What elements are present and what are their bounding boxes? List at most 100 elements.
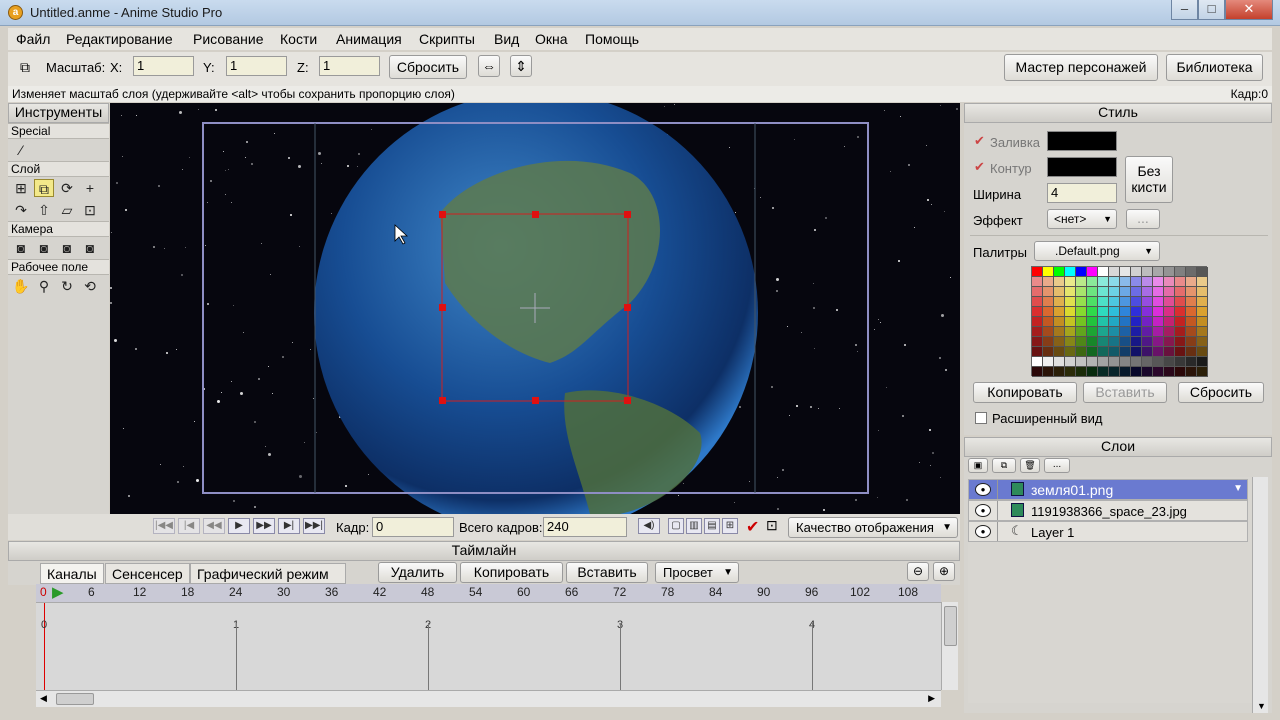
palette-swatch[interactable] xyxy=(1109,357,1120,367)
menu-view[interactable]: Вид xyxy=(494,31,519,47)
palette-swatch[interactable] xyxy=(1043,297,1054,307)
palette-swatch[interactable] xyxy=(1197,297,1208,307)
menu-windows[interactable]: Окна xyxy=(535,31,568,47)
palette-swatch[interactable] xyxy=(1175,337,1186,347)
character-wizard-button[interactable]: Мастер персонажей xyxy=(1004,54,1158,81)
chevron-down-icon[interactable]: ▼ xyxy=(1233,483,1243,494)
palette-swatch[interactable] xyxy=(1120,357,1131,367)
palette-swatch[interactable] xyxy=(1197,277,1208,287)
quad-view-icon[interactable]: ⊞ xyxy=(722,518,738,534)
split-view-icon[interactable]: ▥ xyxy=(686,518,702,534)
palette-swatch[interactable] xyxy=(1120,307,1131,317)
palette-swatch[interactable] xyxy=(1175,287,1186,297)
palette-swatch[interactable] xyxy=(1098,337,1109,347)
palette-swatch[interactable] xyxy=(1098,277,1109,287)
palette-swatch[interactable] xyxy=(1087,367,1098,377)
palette-swatch[interactable] xyxy=(1054,297,1065,307)
rotate-layer-icon[interactable]: ⟳ xyxy=(57,179,77,197)
palette-swatch[interactable] xyxy=(1065,277,1076,287)
effect-dropdown[interactable]: <нет> ▼ xyxy=(1047,209,1117,229)
timeline-area[interactable]: 0 1 2 3 4 xyxy=(36,602,941,691)
palette-swatch[interactable] xyxy=(1076,367,1087,377)
palette-swatch[interactable] xyxy=(1076,357,1087,367)
palette-swatch[interactable] xyxy=(1065,307,1076,317)
palette-swatch[interactable] xyxy=(1032,327,1043,337)
palette-swatch[interactable] xyxy=(1142,297,1153,307)
frame-input[interactable]: 0 xyxy=(372,517,454,537)
palette-swatch[interactable] xyxy=(1175,327,1186,337)
palette-swatch[interactable] xyxy=(1087,347,1098,357)
style-paste-button[interactable]: Вставить xyxy=(1083,382,1167,403)
fast-forward-end-icon[interactable]: ▶▶| xyxy=(303,518,325,534)
scroll-right-icon[interactable]: ▶ xyxy=(928,693,935,704)
palette-swatch[interactable] xyxy=(1043,307,1054,317)
palette-swatch[interactable] xyxy=(1153,287,1164,297)
palette-swatch[interactable] xyxy=(1197,357,1208,367)
palette-swatch[interactable] xyxy=(1131,287,1142,297)
palette-swatch[interactable] xyxy=(1175,297,1186,307)
palette-swatch[interactable] xyxy=(1164,367,1175,377)
palette-swatch[interactable] xyxy=(1120,277,1131,287)
palette-swatch[interactable] xyxy=(1131,347,1142,357)
palette-swatch[interactable] xyxy=(1131,327,1142,337)
palette-swatch[interactable] xyxy=(1164,277,1175,287)
palette-swatch[interactable] xyxy=(1164,337,1175,347)
palette-swatch[interactable] xyxy=(1043,347,1054,357)
palette-swatch[interactable] xyxy=(1186,357,1197,367)
palette-swatch[interactable] xyxy=(1175,347,1186,357)
palette-swatch[interactable] xyxy=(1153,347,1164,357)
palette-swatch[interactable] xyxy=(1109,367,1120,377)
library-button[interactable]: Библиотека xyxy=(1166,54,1263,81)
close-button[interactable]: ✕ xyxy=(1225,0,1273,20)
orbit-icon[interactable]: ⟲ xyxy=(80,277,100,295)
scale-z-input[interactable]: 1 xyxy=(319,56,380,76)
palette-swatch[interactable] xyxy=(1109,297,1120,307)
play-head-icon[interactable]: ▶ xyxy=(52,583,64,601)
palette-swatch[interactable] xyxy=(1087,317,1098,327)
layer-row[interactable]: ● земля01.png ▼ xyxy=(968,479,1248,500)
palette-swatch[interactable] xyxy=(1043,357,1054,367)
frame-ruler[interactable]: 0 ▶ 6 12 18 24 30 36 42 48 54 60 66 72 7… xyxy=(36,584,941,602)
palette-swatch[interactable] xyxy=(1131,267,1142,277)
eye-icon[interactable]: ● xyxy=(975,504,991,517)
palette-swatch[interactable] xyxy=(1032,277,1043,287)
palette-swatch[interactable] xyxy=(1076,277,1087,287)
palette-swatch[interactable] xyxy=(1109,347,1120,357)
palette-swatch[interactable] xyxy=(1065,297,1076,307)
frame-toggle-icon[interactable]: ⊡ xyxy=(766,517,778,534)
menu-help[interactable]: Помощь xyxy=(585,31,639,47)
scale-layer-tool-icon[interactable]: ⧉ xyxy=(34,179,54,197)
tab-graph-mode[interactable]: Графический режим xyxy=(190,563,346,584)
palette-swatch[interactable] xyxy=(1032,287,1043,297)
palette-swatch[interactable] xyxy=(1076,287,1087,297)
palette-swatch[interactable] xyxy=(1054,267,1065,277)
step-back-icon[interactable]: ◀◀ xyxy=(203,518,225,534)
palette-swatch[interactable] xyxy=(1164,307,1175,317)
hand-icon[interactable]: ✋ xyxy=(11,277,31,295)
palette-swatch[interactable] xyxy=(1164,287,1175,297)
shear-layer-icon[interactable]: ⇧ xyxy=(34,201,54,219)
palette-swatch[interactable] xyxy=(1197,367,1208,377)
display-quality-dropdown[interactable]: Качество отображения ▼ xyxy=(788,517,958,538)
palette-swatch[interactable] xyxy=(1076,307,1087,317)
palette-swatch[interactable] xyxy=(1197,347,1208,357)
palette-swatch[interactable] xyxy=(1175,317,1186,327)
flip-layer-icon[interactable]: ↷ xyxy=(11,201,31,219)
palette-swatch[interactable] xyxy=(1153,317,1164,327)
palette-swatch[interactable] xyxy=(1153,327,1164,337)
transform-layer-icon[interactable]: ⊞ xyxy=(11,179,31,197)
canvas[interactable] xyxy=(110,103,960,514)
palette-swatch[interactable] xyxy=(1098,297,1109,307)
palette-swatch[interactable] xyxy=(1131,367,1142,377)
menu-bones[interactable]: Кости xyxy=(280,31,317,47)
eye-icon[interactable]: ● xyxy=(975,483,991,496)
zoom-in-icon[interactable]: ⊕ xyxy=(933,562,955,581)
palette-swatch[interactable] xyxy=(1186,277,1197,287)
new-layer-icon[interactable]: ▣ xyxy=(968,458,988,473)
palette-swatch[interactable] xyxy=(1087,267,1098,277)
palette-swatch[interactable] xyxy=(1076,267,1087,277)
palette-swatch[interactable] xyxy=(1087,327,1098,337)
palette-swatch[interactable] xyxy=(1054,327,1065,337)
style-reset-button[interactable]: Сбросить xyxy=(1178,382,1264,403)
layers-vscrollbar[interactable]: ▼ xyxy=(1252,477,1268,713)
